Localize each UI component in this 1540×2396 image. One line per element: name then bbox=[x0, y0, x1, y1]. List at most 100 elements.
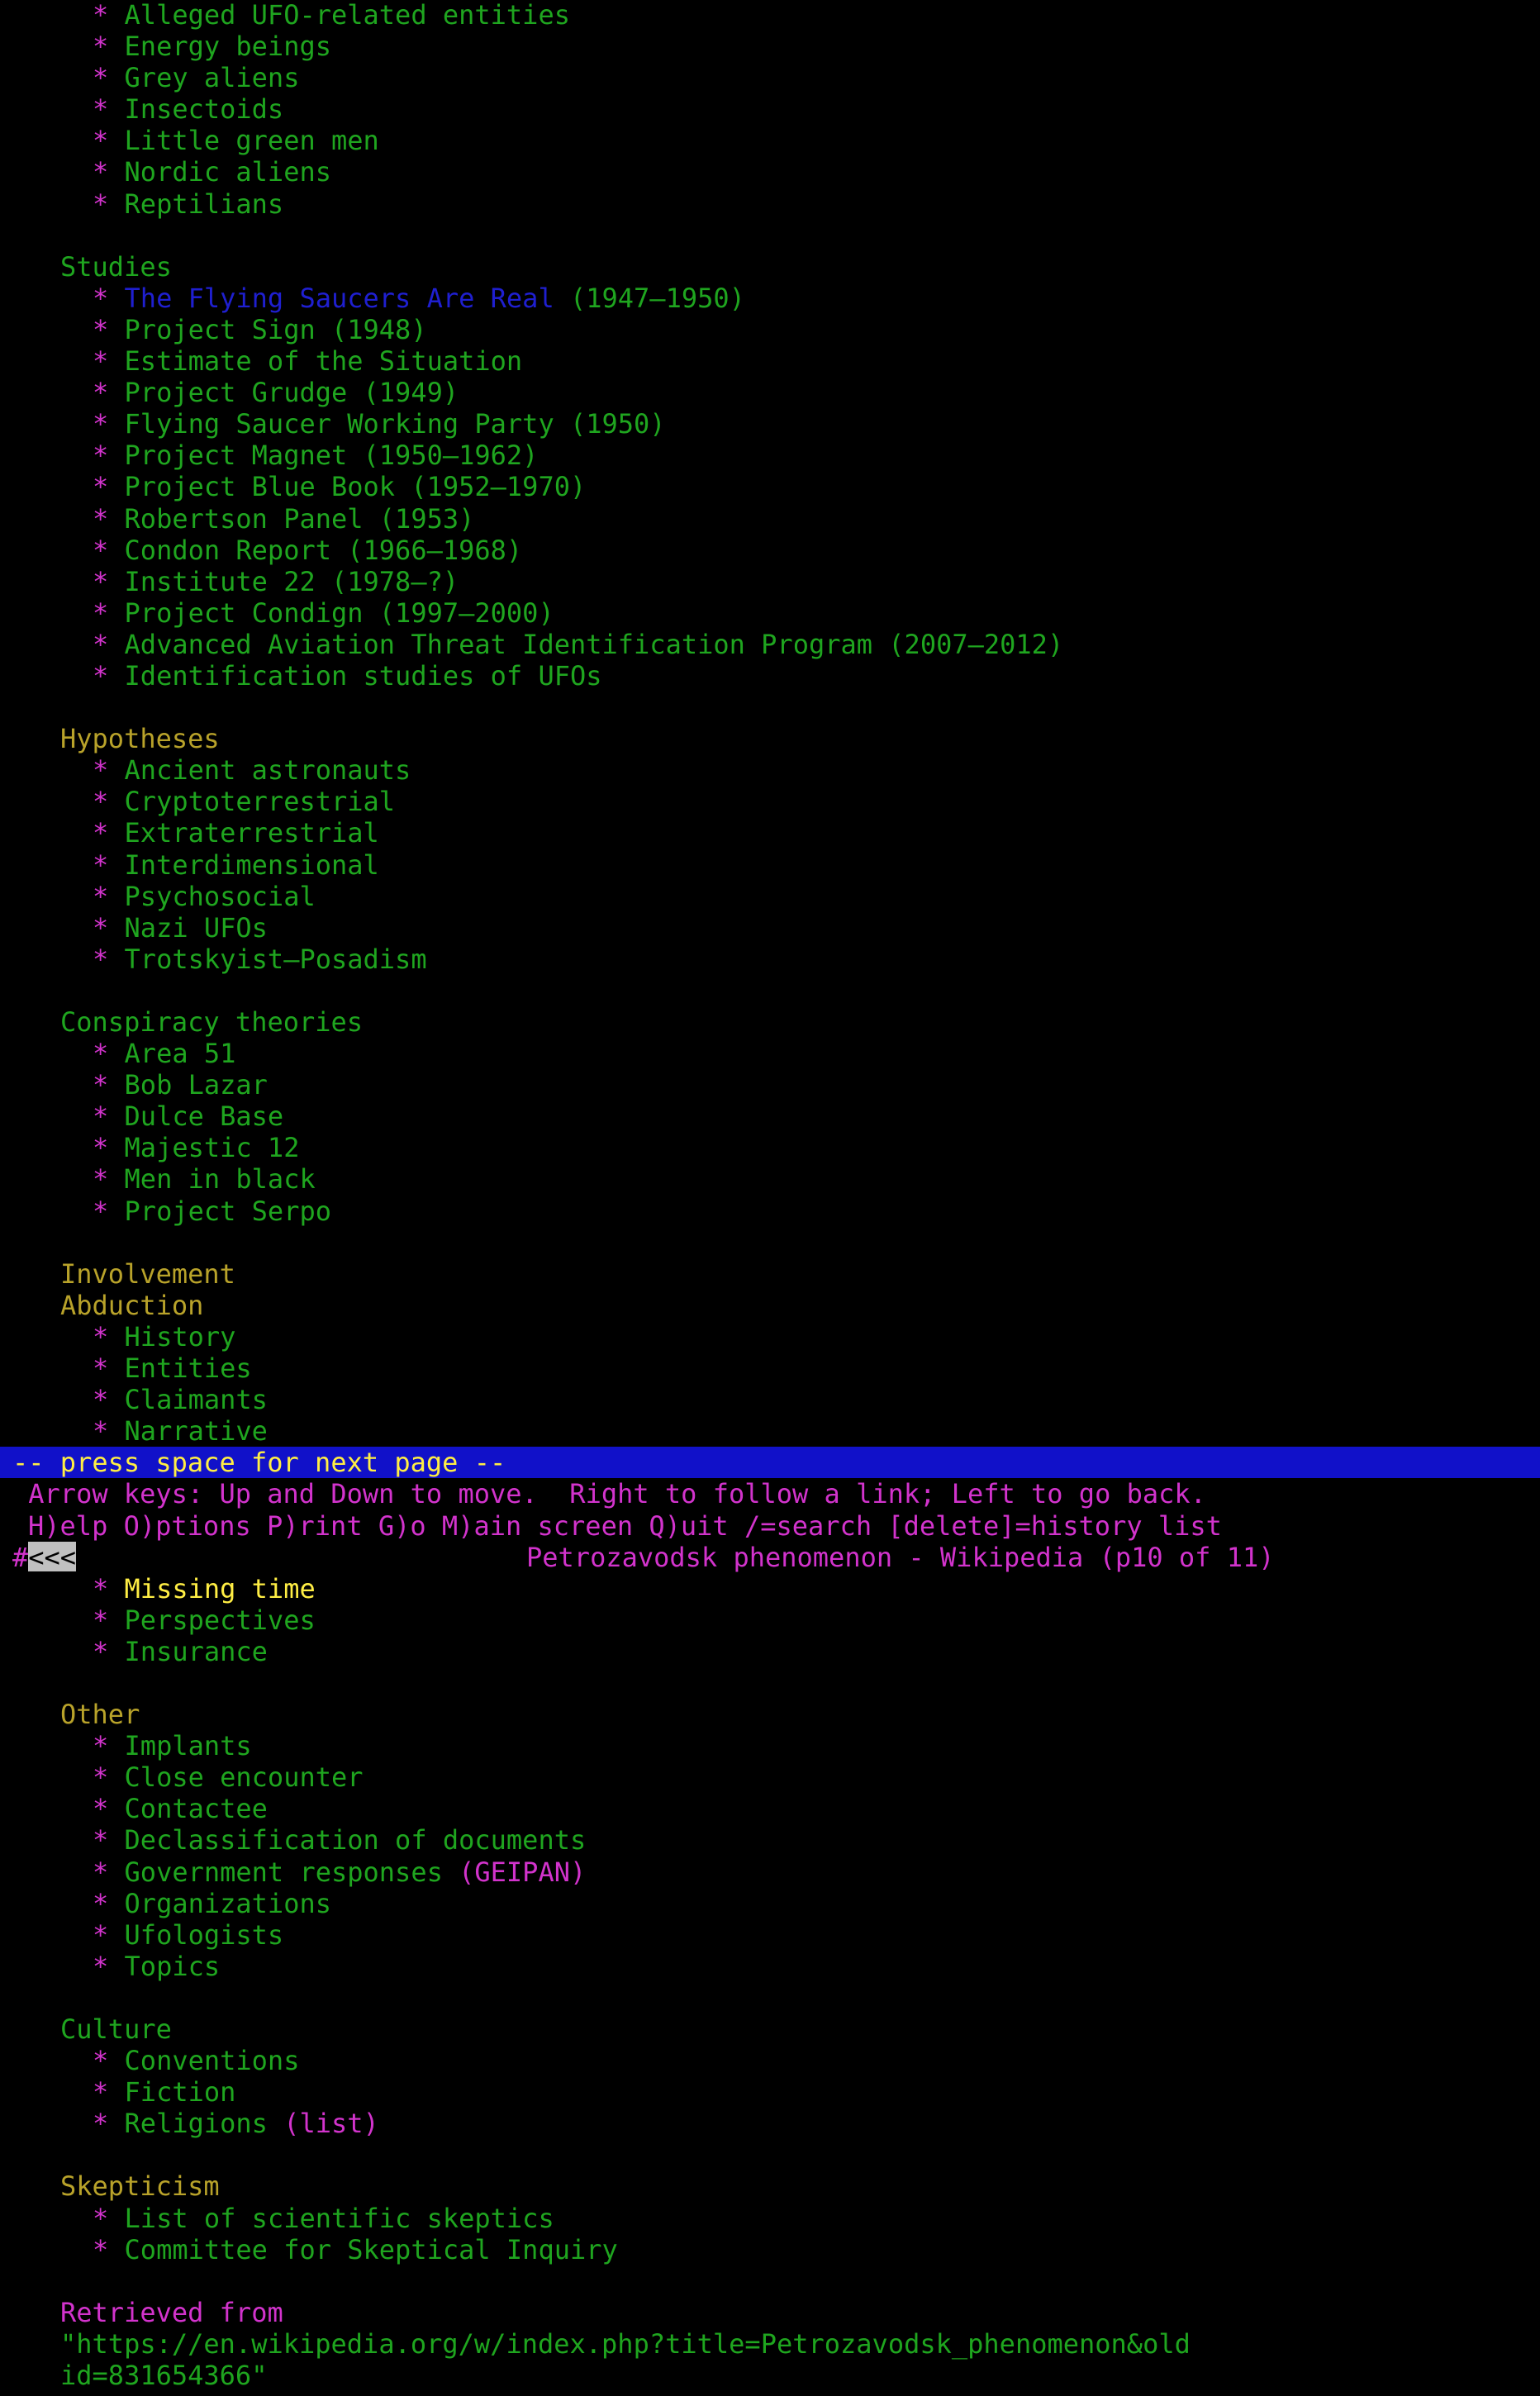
list-item[interactable]: * Missing time bbox=[0, 1573, 1540, 1604]
list-item[interactable]: * Area 51 bbox=[0, 1038, 1540, 1069]
bullet-icon: * bbox=[93, 2076, 125, 2108]
list-item[interactable]: * Reptilians bbox=[0, 188, 1540, 220]
back-button[interactable]: <<< bbox=[28, 1541, 77, 1573]
list-item[interactable]: * The Flying Saucers Are Real (1947–1950… bbox=[0, 283, 1540, 314]
list-item-label: Alleged UFO-related entities bbox=[124, 0, 570, 31]
list-item[interactable]: * Institute 22 (1978–?) bbox=[0, 566, 1540, 597]
bullet-icon: * bbox=[93, 502, 125, 535]
list-item[interactable]: * Project Serpo bbox=[0, 1196, 1540, 1227]
list-item[interactable]: * Ancient astronauts bbox=[0, 754, 1540, 786]
list-item[interactable]: * Estimate of the Situation bbox=[0, 345, 1540, 377]
religions-list-link[interactable]: (list) bbox=[283, 2108, 379, 2139]
list-item[interactable]: * Identification studies of UFOs bbox=[0, 660, 1540, 692]
list-item-label: Majestic 12 bbox=[124, 1132, 300, 1164]
bullet-icon: * bbox=[93, 440, 125, 472]
bullet-icon: * bbox=[93, 1132, 125, 1164]
list-item[interactable]: * Topics bbox=[0, 1951, 1540, 1982]
bullet-icon: * bbox=[93, 659, 125, 692]
list-item[interactable]: * Claimants bbox=[0, 1384, 1540, 1415]
list-item-label: Dulce Base bbox=[124, 1101, 284, 1133]
bullet-icon: * bbox=[93, 1887, 125, 1919]
list-item[interactable]: * Insurance bbox=[0, 1636, 1540, 1667]
list-item[interactable]: * Organizations bbox=[0, 1888, 1540, 1919]
list-item[interactable]: * History bbox=[0, 1321, 1540, 1353]
list-item-label: Religions bbox=[124, 2108, 284, 2140]
bullet-icon: * bbox=[93, 125, 125, 157]
list-item[interactable]: * Project Grudge (1949) bbox=[0, 377, 1540, 408]
list-item[interactable]: * Religions (list) bbox=[0, 2108, 1540, 2139]
bullet-icon: * bbox=[93, 1572, 125, 1604]
list-item[interactable]: * Conventions bbox=[0, 2045, 1540, 2076]
list-item[interactable]: * Insectoids bbox=[0, 93, 1540, 125]
list-item-label: List of scientific skeptics bbox=[124, 2202, 554, 2234]
selected-link[interactable]: Missing time bbox=[125, 1573, 316, 1604]
list-item[interactable]: * Cryptoterrestrial bbox=[0, 786, 1540, 817]
list-item[interactable]: * Bob Lazar bbox=[0, 1069, 1540, 1101]
list-item-label: Trotskyist–Posadism bbox=[124, 943, 427, 975]
list-item-label: Robertson Panel (1953) bbox=[124, 502, 475, 535]
list-item-label: Identification studies of UFOs bbox=[124, 659, 602, 692]
list-item[interactable]: * Dulce Base bbox=[0, 1101, 1540, 1132]
bullet-icon: * bbox=[93, 0, 125, 31]
list-item[interactable]: * Fiction bbox=[0, 2076, 1540, 2108]
list-item[interactable]: * Project Sign (1948) bbox=[0, 314, 1540, 345]
list-item[interactable]: * Government responses (GEIPAN) bbox=[0, 1856, 1540, 1888]
bullet-icon: * bbox=[93, 408, 125, 440]
list-item[interactable]: * Project Condign (1997–2000) bbox=[0, 597, 1540, 629]
list-item-label: History bbox=[124, 1320, 236, 1353]
bullet-icon: * bbox=[93, 31, 125, 63]
list-item[interactable]: * Flying Saucer Working Party (1950) bbox=[0, 408, 1540, 440]
list-item[interactable]: * Close encounter bbox=[0, 1761, 1540, 1793]
list-item[interactable]: * Extraterrestrial bbox=[0, 817, 1540, 849]
list-item[interactable]: * Majestic 12 bbox=[0, 1132, 1540, 1163]
list-item[interactable]: * Nordic aliens bbox=[0, 156, 1540, 188]
section-heading-conspiracy: Conspiracy theories bbox=[60, 1006, 364, 1038]
bullet-icon: * bbox=[93, 2202, 125, 2234]
list-item[interactable]: * Perspectives bbox=[0, 1604, 1540, 1636]
list-item[interactable]: * Alleged UFO-related entities bbox=[0, 0, 1540, 31]
list-item[interactable]: * List of scientific skeptics bbox=[0, 2203, 1540, 2234]
list-item[interactable]: * Ufologists bbox=[0, 1919, 1540, 1951]
list-item-label: Nordic aliens bbox=[124, 156, 331, 188]
list-item[interactable]: * Men in black bbox=[0, 1163, 1540, 1195]
bullet-icon: * bbox=[93, 1730, 125, 1762]
list-item[interactable]: * Psychosocial bbox=[0, 881, 1540, 912]
list-item-label: Flying Saucer Working Party (1950) bbox=[124, 408, 666, 440]
bullet-icon: * bbox=[93, 1604, 125, 1636]
list-item[interactable]: * Advanced Aviation Threat Identificatio… bbox=[0, 629, 1540, 660]
list-item[interactable]: * Little green men bbox=[0, 125, 1540, 156]
list-item-label: Narrative bbox=[124, 1415, 268, 1448]
list-item[interactable]: * Grey aliens bbox=[0, 62, 1540, 93]
current-link[interactable]: The Flying Saucers Are Real bbox=[125, 283, 554, 314]
bullet-icon: * bbox=[93, 880, 125, 912]
list-item[interactable]: * Contactee bbox=[0, 1793, 1540, 1824]
list-item[interactable]: * Project Magnet (1950–1962) bbox=[0, 440, 1540, 471]
list-item-label: Energy beings bbox=[124, 31, 331, 63]
bullet-icon: * bbox=[93, 1163, 125, 1196]
list-item-label: Condon Report (1966–1968) bbox=[124, 534, 523, 566]
list-item-label: Claimants bbox=[124, 1384, 268, 1416]
bullet-icon: * bbox=[93, 943, 125, 975]
bullet-icon: * bbox=[93, 628, 125, 660]
list-item[interactable]: * Condon Report (1966–1968) bbox=[0, 535, 1540, 566]
list-item-label: Bob Lazar bbox=[124, 1069, 268, 1101]
bullet-icon: * bbox=[93, 1635, 125, 1667]
retrieved-url-line-1: "https://en.wikipedia.org/w/index.php?ti… bbox=[60, 2327, 1191, 2360]
list-item-label: Implants bbox=[124, 1730, 252, 1762]
list-item[interactable]: * Implants bbox=[0, 1730, 1540, 1761]
list-item[interactable]: * Entities bbox=[0, 1353, 1540, 1384]
list-item[interactable]: * Narrative bbox=[0, 1415, 1540, 1447]
list-item-label: Insectoids bbox=[124, 93, 284, 126]
list-item[interactable]: * Interdimensional bbox=[0, 849, 1540, 881]
list-item[interactable]: * Committee for Skeptical Inquiry bbox=[0, 2234, 1540, 2265]
list-item[interactable]: * Declassification of documents bbox=[0, 1824, 1540, 1856]
bullet-icon: * bbox=[93, 313, 125, 345]
section-heading-hypotheses: Hypotheses bbox=[60, 723, 220, 755]
list-item[interactable]: * Trotskyist–Posadism bbox=[0, 944, 1540, 975]
list-item[interactable]: * Energy beings bbox=[0, 31, 1540, 62]
list-item[interactable]: * Robertson Panel (1953) bbox=[0, 503, 1540, 535]
geipan-link[interactable]: (GEIPAN) bbox=[459, 1856, 586, 1888]
list-item[interactable]: * Nazi UFOs bbox=[0, 912, 1540, 944]
list-item[interactable]: * Project Blue Book (1952–1970) bbox=[0, 471, 1540, 502]
